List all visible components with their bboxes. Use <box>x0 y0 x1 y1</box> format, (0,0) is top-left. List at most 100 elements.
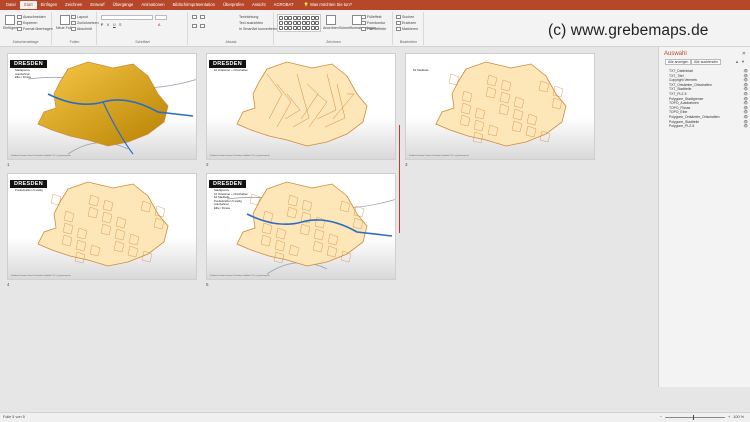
find-button[interactable]: Suchen <box>396 15 414 19</box>
slide-footer: Stadtkarte Dresden Ortsamt Ortschaften S… <box>210 275 270 277</box>
font-family-select[interactable] <box>101 15 153 20</box>
italic-button[interactable]: K <box>107 23 109 27</box>
reset-button[interactable]: Zurücksetzen <box>71 21 99 25</box>
smartart-button[interactable]: In SmartArt konvertieren <box>239 27 278 31</box>
selection-item[interactable]: Polygone_PLZ-5 👁 <box>665 124 749 129</box>
legend-line: Postleitzahlen 5-stellig <box>15 188 43 192</box>
slide-footer: Stadtkarte Dresden Ortsamt Ortschaften S… <box>210 155 270 157</box>
replace-button[interactable]: Ersetzen <box>396 21 416 25</box>
tab-1[interactable]: Start <box>19 1 37 9</box>
tell-me-search[interactable]: 💡 Was möchten Sie tun? <box>304 2 352 8</box>
selection-item-label: TOPO_Flüsse <box>669 105 691 110</box>
paste-button[interactable]: Einfügen <box>3 15 17 30</box>
bullet-list-icon <box>192 15 197 19</box>
selection-item-label: TOPO_Autobahnen <box>669 101 699 106</box>
numbering-button[interactable] <box>200 15 205 19</box>
zoom-control[interactable]: − + 100 % <box>660 414 744 420</box>
slide-thumbnail-4[interactable]: DRESDEN Postleitzahlen 5-stellig Stadtkart… <box>7 173 197 280</box>
numbered-list-icon <box>200 15 205 19</box>
copyright-watermark: (c) www.grebemaps.de <box>548 22 709 39</box>
tab-7[interactable]: Bildschirmpräsentation <box>169 1 219 9</box>
ribbon-tab-bar: Datei Start Einfügen Zeichnen Entwurf Übergän… <box>0 0 750 10</box>
bullets-button[interactable] <box>192 15 197 19</box>
selection-item-label: TOPO_Elbe <box>669 110 688 115</box>
slide-number: 3 <box>405 162 408 167</box>
text-direction-button[interactable]: Textrichtung <box>239 15 258 19</box>
slide-footer: Stadtkarte Dresden Ortsamt Ortschaften S… <box>11 155 71 157</box>
arrange-button[interactable]: Anordnen <box>323 15 339 30</box>
tab-3[interactable]: Zeichnen <box>61 1 86 9</box>
shape-effects-button[interactable]: Formeffekte <box>361 27 386 31</box>
slide-number: 4 <box>7 282 10 287</box>
tab-4[interactable]: Entwurf <box>86 1 108 9</box>
tab-5[interactable]: Übergänge <box>109 1 138 9</box>
copy-button[interactable]: Kopieren <box>17 21 37 25</box>
shapes-gallery[interactable] <box>277 14 321 32</box>
search-icon <box>396 15 401 19</box>
slide-sorter[interactable]: DRESDEN Stadtgrenze Autobahnen Elbe / Flüss… <box>0 47 658 387</box>
tab-2[interactable]: Einfügen <box>37 1 62 9</box>
outline-icon <box>361 21 366 25</box>
slide-legend: Stadtgrenze Autobahnen Elbe / Flüsse <box>15 68 31 80</box>
replace-icon <box>396 21 401 25</box>
tab-10[interactable]: ACROBAT <box>270 1 298 9</box>
align-text-button[interactable]: Text ausrichten <box>239 21 263 25</box>
slide-title: DRESDEN <box>209 180 246 188</box>
zoom-in-icon[interactable]: + <box>728 415 730 419</box>
layout-button[interactable]: Layout <box>71 15 88 19</box>
slide-legend: 10 Ortsämter + Ortschaften <box>214 68 248 73</box>
cut-button[interactable]: Ausschneiden <box>17 15 46 19</box>
scissors-icon <box>17 15 22 19</box>
selection-list: TXT_Datenblatt 👁 TXT_Titel 👁 Copyright Verme… <box>665 69 749 129</box>
tab-9[interactable]: Ansicht <box>248 1 270 9</box>
font-size-select[interactable] <box>155 15 167 20</box>
slide-thumbnail-1[interactable]: DRESDEN Stadtgrenze Autobahnen Elbe / Flüss… <box>7 53 197 160</box>
slides-group-label: Folien <box>69 40 80 44</box>
underline-button[interactable]: U <box>113 23 116 27</box>
slide-number: 5 <box>206 282 209 287</box>
eye-icon[interactable]: 👁 <box>743 124 748 129</box>
zoom-thumb[interactable] <box>693 414 695 420</box>
effects-icon <box>361 27 366 31</box>
slide-legend: 64 Stadtteile <box>413 68 429 73</box>
tab-6[interactable]: Animationen <box>137 1 168 9</box>
tab-0[interactable]: Datei <box>2 1 20 9</box>
slide-title: DRESDEN <box>209 60 246 68</box>
select-button[interactable]: Markieren <box>396 27 418 31</box>
bring-forward-icon[interactable]: ▲ <box>735 59 739 64</box>
align-center-icon <box>200 24 205 28</box>
slide-number: 1 <box>7 162 10 167</box>
slide-thumbnail-3[interactable]: 64 Stadtteile Stadtkarte Dresden Ortsamt … <box>405 53 595 160</box>
slide-thumbnail-2[interactable]: DRESDEN 10 Ortsämter + Ortschaften Stadtka… <box>206 53 396 160</box>
slide-legend: Stadtgrenze 10 Ortsämter + Ortschaften 64 … <box>214 188 248 210</box>
legend-line: 64 Stadtteile <box>413 68 429 72</box>
zoom-out-icon[interactable]: − <box>660 415 662 419</box>
slide-counter: Folie 5 von 5 <box>3 415 25 419</box>
format-painter-button[interactable]: Format übertragen <box>17 27 53 31</box>
shape-fill-button[interactable]: Fülleffekt <box>361 15 382 19</box>
layout-icon <box>71 15 76 19</box>
close-icon[interactable]: ✕ <box>742 51 746 57</box>
align-left-button[interactable] <box>192 24 197 28</box>
send-backward-icon[interactable]: ▼ <box>741 59 745 64</box>
hide-all-button[interactable]: Alle ausblenden <box>691 59 722 65</box>
section-button[interactable]: Abschnitt <box>71 27 92 31</box>
insertion-caret <box>399 125 401 233</box>
slide-thumbnail-5[interactable]: DRESDEN Stadtgrenze 10 Ortsämter + Ortscha… <box>206 173 396 280</box>
slide-title: DRESDEN <box>10 180 47 188</box>
font-group: F K U S A Schriftart <box>98 12 188 45</box>
shape-outline-button[interactable]: Formkontur <box>361 21 385 25</box>
clipboard-group: Einfügen Ausschneiden Kopieren Format üb… <box>0 12 53 45</box>
selection-item-label: Copyright Vermerk <box>669 78 698 83</box>
zoom-slider[interactable] <box>665 414 725 420</box>
align-center-button[interactable] <box>200 24 205 28</box>
zoom-level[interactable]: 100 % <box>733 415 744 419</box>
font-color-button[interactable]: A <box>158 23 160 27</box>
tab-8[interactable]: Überprüfen <box>219 1 248 9</box>
selection-item-label: TXT_Ortsämter_Ortschaften <box>669 82 712 87</box>
show-all-button[interactable]: Alle anzeigen <box>665 59 692 65</box>
drawing-group: Anordnen Schnellformat-vorlagen Fülleffe… <box>275 12 393 45</box>
selection-pane-title: Auswahl <box>664 51 687 57</box>
bold-button[interactable]: F <box>101 23 103 27</box>
shadow-button[interactable]: S <box>119 23 121 27</box>
